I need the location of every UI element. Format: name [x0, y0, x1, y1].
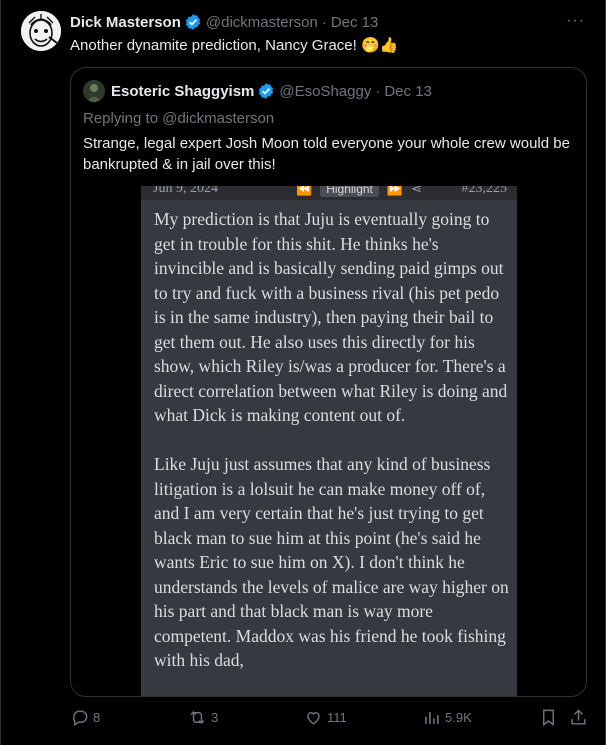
verified-badge-icon	[257, 82, 275, 100]
replying-to: Replying to @dickmasterson	[83, 110, 275, 127]
quoted-date[interactable]: Dec 13	[384, 83, 432, 100]
repost-count: 3	[211, 710, 219, 725]
screenshot-body: My prediction is that Juju is eventually…	[154, 207, 510, 696]
repost-button[interactable]: 3	[188, 708, 218, 727]
highlight-label: Highlight	[320, 186, 379, 197]
post-header: Dick Masterson @dickmasterson · Dec 13	[70, 13, 378, 31]
rewind-icon: ⏪	[296, 186, 313, 196]
bookmark-button[interactable]	[539, 708, 562, 727]
author-handle[interactable]: @dickmasterson	[206, 14, 318, 31]
view-count: 5.9K	[445, 710, 472, 725]
screenshot-paragraph-1: My prediction is that Juju is eventually…	[154, 209, 508, 425]
verified-badge-icon	[184, 13, 202, 31]
views-button[interactable]: 5.9K	[422, 708, 472, 727]
post-date[interactable]: Dec 13	[331, 14, 379, 31]
reply-icon	[73, 710, 88, 726]
views-icon	[425, 711, 439, 724]
separator-dot: ·	[321, 13, 327, 31]
screenshot-paragraph-2: Like Juju just assumes that any kind of …	[154, 454, 509, 670]
quoted-header: Esoteric Shaggyism @EsoShaggy · Dec 13	[111, 82, 432, 100]
quoted-author-name[interactable]: Esoteric Shaggyism	[111, 83, 254, 100]
quoted-text: Strange, legal expert Josh Moon told eve…	[83, 135, 570, 173]
screenshot-toolbar: Jun 9, 2024 ⏪ Highlight ⏩ ⋖ #23,225	[141, 186, 517, 200]
like-button[interactable]: 111	[304, 708, 347, 727]
screenshot-date: Jun 9, 2024	[153, 186, 218, 196]
quoted-author-avatar[interactable]	[83, 80, 105, 102]
reply-button[interactable]: 8	[70, 708, 100, 727]
like-count: 111	[327, 710, 347, 725]
post-frame: Dick Masterson @dickmasterson · Dec 13 ·…	[0, 0, 606, 745]
forward-icon: ⏩	[386, 186, 404, 196]
share-icon: ⋖	[411, 186, 422, 196]
share-button[interactable]	[569, 708, 592, 727]
more-options-icon[interactable]: ···	[566, 12, 585, 30]
reply-count: 8	[93, 710, 101, 725]
quoted-post[interactable]: Esoteric Shaggyism @EsoShaggy · Dec 13 R…	[70, 67, 587, 697]
screenshot-icons: ⏪ Highlight ⏩ ⋖	[296, 186, 422, 197]
action-bar: 8 3 111 5.9K	[1, 708, 606, 734]
separator-dot: ·	[375, 82, 381, 100]
heart-icon	[307, 712, 320, 725]
author-avatar[interactable]	[21, 11, 61, 51]
repost-icon	[190, 710, 205, 725]
screenshot-post-number: #23,225	[461, 186, 508, 196]
quoted-author-handle[interactable]: @EsoShaggy	[279, 83, 371, 100]
post-text: Another dynamite prediction, Nancy Grace…	[70, 37, 399, 54]
embedded-screenshot[interactable]: Jun 9, 2024 ⏪ Highlight ⏩ ⋖ #23,225 My p…	[141, 186, 517, 696]
author-name[interactable]: Dick Masterson	[70, 14, 181, 31]
share-icon	[571, 709, 586, 725]
bookmark-icon	[543, 709, 554, 727]
